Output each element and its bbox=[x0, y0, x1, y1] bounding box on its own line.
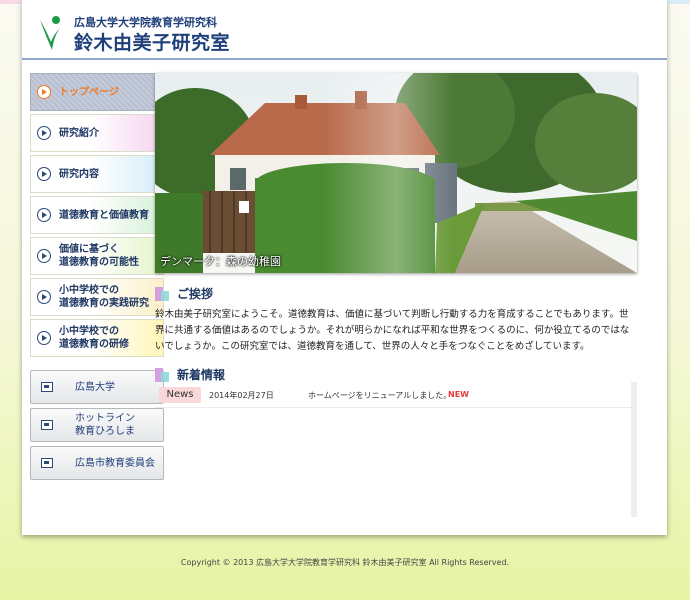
news-title: 新着情報 bbox=[177, 368, 226, 382]
news-heading: 新着情報 bbox=[155, 366, 225, 383]
nav-item-moral-value-education[interactable]: 道徳教育と価値教育 bbox=[30, 196, 164, 234]
nav-item-label: 小中学校での 道徳教育の研修 bbox=[59, 325, 159, 351]
lab-title[interactable]: 鈴木由美子研究室 bbox=[74, 28, 230, 55]
hero-image: デンマーク：森の幼稚園 bbox=[155, 73, 637, 273]
section-marker-icon bbox=[155, 367, 169, 382]
link-label: 広島大学 bbox=[75, 381, 115, 393]
label-line: 小中学校での bbox=[59, 285, 119, 296]
link-hiroshima-board-of-education[interactable]: 広島市教育委員会 bbox=[30, 446, 164, 480]
link-label: 広島市教育委員会 bbox=[75, 457, 155, 469]
link-label: ホットライン 教育ひろしま bbox=[75, 412, 135, 438]
label-line: 道徳教育の実践研究 bbox=[59, 298, 149, 309]
label-line: 小中学校での bbox=[59, 326, 119, 337]
nav-item-research-content[interactable]: 研究内容 bbox=[30, 155, 164, 193]
link-hiroshima-university[interactable]: 広島大学 bbox=[30, 370, 164, 404]
arrow-right-icon bbox=[37, 249, 51, 263]
nav-item-top-page[interactable]: トップページ bbox=[30, 73, 164, 111]
arrow-right-icon bbox=[37, 290, 51, 304]
label-line: 道徳教育の研修 bbox=[59, 339, 129, 350]
hero-caption: デンマーク：森の幼稚園 bbox=[160, 255, 281, 268]
nav-item-value-based-moral-education[interactable]: 価値に基づく道徳教育の可能性 bbox=[30, 237, 164, 275]
nav-item-label: 研究紹介 bbox=[59, 127, 99, 139]
arrow-right-icon bbox=[37, 331, 51, 345]
nav-item-label: 研究内容 bbox=[59, 168, 99, 180]
news-row[interactable]: News 2014年02月27日 ホームページをリニューアルしました。 NEW bbox=[155, 382, 631, 408]
news-text[interactable]: ホームページをリニューアルしました。 bbox=[308, 390, 451, 401]
news-list: News 2014年02月27日 ホームページをリニューアルしました。 NEW bbox=[155, 382, 637, 517]
university-logo-icon bbox=[40, 16, 60, 50]
greeting-heading: ご挨拶 bbox=[155, 285, 213, 302]
nav-item-label: トップページ bbox=[59, 86, 119, 98]
greeting-title: ご挨拶 bbox=[177, 287, 214, 301]
news-date: 2014年02月27日 bbox=[209, 391, 274, 400]
forest-kindergarten-photo bbox=[155, 73, 637, 273]
nav-item-label: 価値に基づく道徳教育の可能性 bbox=[59, 243, 159, 269]
nav-item-teacher-training[interactable]: 小中学校での 道徳教育の研修 bbox=[30, 319, 164, 357]
label-line: ホットライン bbox=[75, 413, 135, 424]
arrow-right-icon bbox=[37, 85, 51, 99]
nav-item-research-intro[interactable]: 研究紹介 bbox=[30, 114, 164, 152]
arrow-right-icon bbox=[37, 167, 51, 181]
window-icon bbox=[41, 420, 53, 430]
site-header: 広島大学大学院教育学研究科 鈴木由美子研究室 bbox=[22, 0, 667, 60]
news-scrollbar[interactable] bbox=[631, 382, 637, 517]
sidebar: トップページ 研究紹介 研究内容 道徳教育と価値教育 価値に基づく道徳教育の可能… bbox=[30, 73, 164, 484]
arrow-right-icon bbox=[37, 208, 51, 222]
label-line: 価値に基づく bbox=[59, 244, 119, 255]
new-flag: NEW bbox=[448, 390, 469, 399]
arrow-right-icon bbox=[37, 126, 51, 140]
link-hotline-kyoiku-hiroshima[interactable]: ホットライン 教育ひろしま bbox=[30, 408, 164, 442]
window-icon bbox=[41, 382, 53, 392]
news-badge: News bbox=[159, 387, 201, 403]
nav-item-practice-research[interactable]: 小中学校での道徳教育の実践研究 bbox=[30, 278, 164, 316]
nav-item-label: 道徳教育と価値教育 bbox=[59, 209, 149, 221]
greeting-text: 鈴木由美子研究室にようこそ。道徳教育は、価値に基づいて判断し行動する力を育成する… bbox=[155, 309, 630, 352]
window-icon bbox=[41, 458, 53, 468]
label-line: 道徳教育の可能性 bbox=[59, 257, 139, 268]
label-line: 教育ひろしま bbox=[75, 426, 135, 437]
section-marker-icon bbox=[155, 286, 169, 301]
footer-copyright: Copyright © 2013 広島大学大学院教育学研究科 鈴木由美子研究室 … bbox=[180, 558, 510, 567]
nav-item-label: 小中学校での道徳教育の実践研究 bbox=[59, 284, 159, 310]
